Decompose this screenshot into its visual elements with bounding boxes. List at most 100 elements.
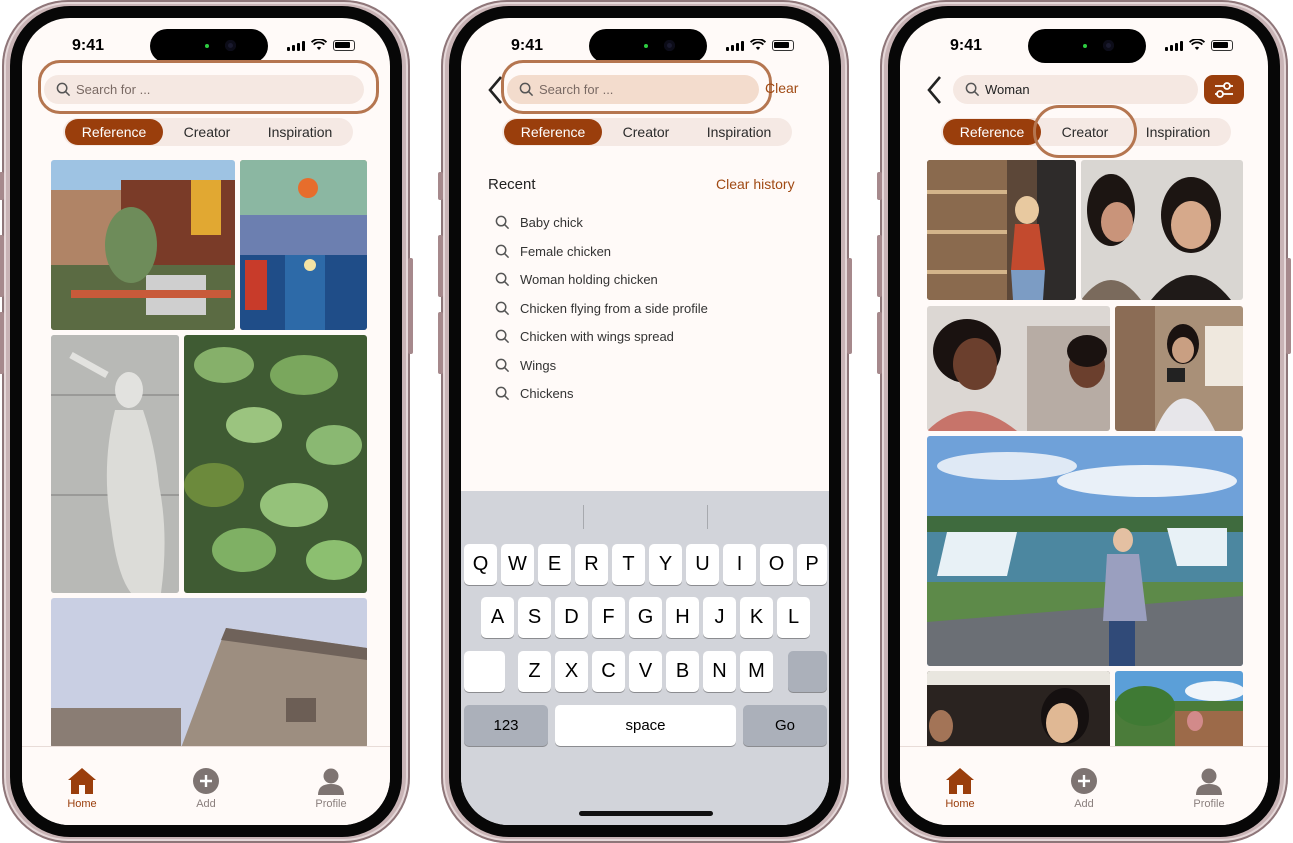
shift-key[interactable] [464,651,505,692]
search-icon [56,82,71,97]
key-i[interactable]: I [723,544,756,585]
nav-home[interactable]: Home [42,767,122,810]
tab-reference[interactable]: Reference [943,119,1041,145]
nav-add[interactable]: Add [1044,767,1124,810]
status-time: 9:41 [950,37,983,54]
key-z[interactable]: Z [518,651,551,692]
key-h[interactable]: H [666,597,699,638]
power-button [408,258,413,354]
recent-item-label: Chicken flying from a side profile [520,301,708,316]
recent-item[interactable]: Chickens [495,386,573,401]
status-icons [1165,39,1233,51]
nav-add[interactable]: Add [166,767,246,810]
bottom-nav: Home Add Profile [900,746,1268,825]
photo-garden-woman[interactable] [1115,671,1243,751]
tab-bar: Reference Creator Inspiration [502,118,792,146]
key-e[interactable]: E [538,544,571,585]
clear-button[interactable]: Clear [765,80,798,96]
photo-library-woman[interactable] [927,671,1110,751]
key-m[interactable]: M [740,651,773,692]
photo-plants[interactable] [184,335,367,593]
tab-inspiration[interactable]: Inspiration [251,119,349,145]
tab-inspiration[interactable]: Inspiration [690,119,788,145]
key-j[interactable]: J [703,597,736,638]
search-input[interactable]: Woman [953,75,1198,104]
back-chevron-icon[interactable] [487,75,503,105]
status-icons [726,39,794,51]
key-y[interactable]: Y [649,544,682,585]
key-x[interactable]: X [555,651,588,692]
key-v[interactable]: V [629,651,662,692]
key-n[interactable]: N [703,651,736,692]
photo-colorful-cafe[interactable] [240,160,367,330]
recent-item[interactable]: Woman holding chicken [495,272,658,287]
clear-history-button[interactable]: Clear history [716,176,795,192]
dynamic-island [589,29,707,63]
key-d[interactable]: D [555,597,588,638]
status-time: 9:41 [72,37,105,54]
tab-creator[interactable]: Creator [1041,119,1129,145]
wifi-icon [311,39,327,50]
search-icon [495,215,510,230]
numbers-key[interactable]: 123 [464,705,548,746]
photo-building[interactable] [51,598,367,748]
photo-bookshelf-woman[interactable] [927,160,1076,300]
key-r[interactable]: R [575,544,608,585]
key-l[interactable]: L [777,597,810,638]
recent-item[interactable]: Chicken with wings spread [495,329,674,344]
key-a[interactable]: A [481,597,514,638]
key-s[interactable]: S [518,597,551,638]
search-input[interactable]: Search for ... [507,75,759,104]
bottom-nav: Home Add Profile [22,746,390,825]
side-button [438,172,443,200]
filter-button[interactable] [1204,75,1244,104]
recent-item[interactable]: Chicken flying from a side profile [495,301,708,316]
search-placeholder: Search for ... [76,82,151,97]
key-k[interactable]: K [740,597,773,638]
nav-profile-label: Profile [315,798,347,810]
key-f[interactable]: F [592,597,625,638]
search-input[interactable]: Search for ... [44,75,364,104]
recent-item[interactable]: Wings [495,358,556,373]
search-icon [495,358,510,373]
nav-profile[interactable]: Profile [1169,767,1249,810]
key-o[interactable]: O [760,544,793,585]
battery-icon [1211,39,1233,51]
photo-chinese-building[interactable] [51,160,235,330]
key-u[interactable]: U [686,544,719,585]
key-q[interactable]: Q [464,544,497,585]
dynamic-island [150,29,268,63]
photo-makeup-mirror[interactable] [1081,160,1243,300]
tab-reference[interactable]: Reference [504,119,602,145]
key-g[interactable]: G [629,597,662,638]
key-p[interactable]: P [797,544,827,585]
search-value: Woman [985,82,1030,97]
key-t[interactable]: T [612,544,645,585]
photo-waterfall-woman[interactable] [927,436,1243,666]
back-chevron-icon[interactable] [926,75,942,105]
phone-home: 9:41 Search for ... Reference Creator In… [0,0,413,843]
tab-reference[interactable]: Reference [65,119,163,145]
tab-inspiration[interactable]: Inspiration [1129,119,1227,145]
backspace-key[interactable] [788,651,827,692]
recent-item-label: Wings [520,358,557,373]
search-placeholder: Search for ... [539,82,614,97]
home-icon [68,768,96,794]
wifi-icon [750,39,766,50]
tab-creator[interactable]: Creator [163,119,251,145]
go-key[interactable]: Go [743,705,827,746]
photo-lipstick-mirror[interactable] [927,306,1110,431]
nav-home[interactable]: Home [920,767,1000,810]
photo-statue[interactable] [51,335,179,593]
recent-item[interactable]: Baby chick [495,215,583,230]
nav-home-label: Home [945,798,975,810]
key-b[interactable]: B [666,651,699,692]
space-key[interactable]: space [555,705,736,746]
nav-profile[interactable]: Profile [291,767,371,810]
tab-creator[interactable]: Creator [602,119,690,145]
key-w[interactable]: W [501,544,534,585]
key-c[interactable]: C [592,651,625,692]
profile-icon [1196,768,1222,795]
photo-camera-woman[interactable] [1115,306,1243,431]
recent-item[interactable]: Female chicken [495,244,611,259]
